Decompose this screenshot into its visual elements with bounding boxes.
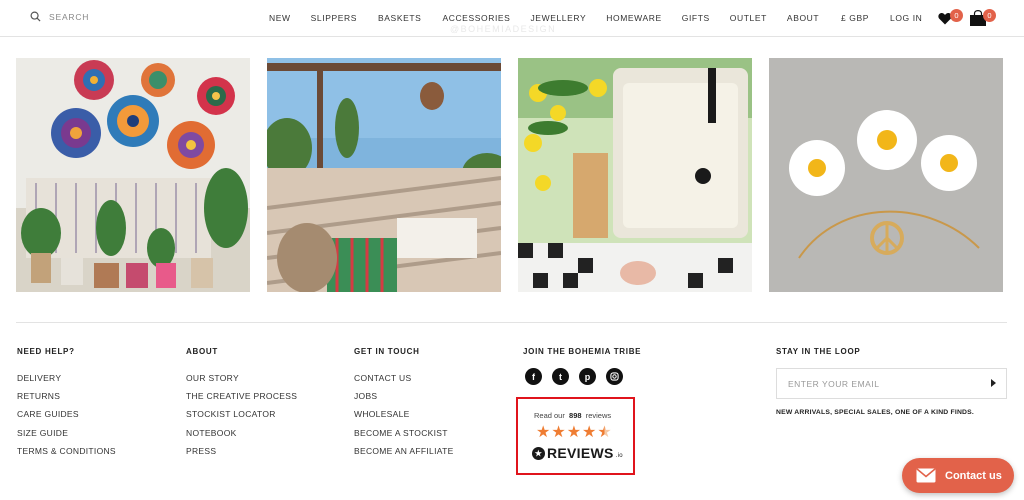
nav-item-outlet[interactable]: OUTLET xyxy=(730,13,767,23)
footer-link-notebook[interactable]: NOTEBOOK xyxy=(186,428,297,446)
nav-item-about[interactable]: ABOUT xyxy=(787,13,819,23)
footer-link-wholesale[interactable]: WHOLESALE xyxy=(354,409,454,427)
login-link[interactable]: LOG IN xyxy=(890,13,922,23)
main-nav: NEW SLIPPERS BASKETS ACCESSORIES JEWELLE… xyxy=(269,13,819,23)
contact-us-button[interactable]: Contact us xyxy=(902,458,1014,493)
footer-link-delivery[interactable]: DELIVERY xyxy=(17,373,116,391)
reviews-count: 898 xyxy=(569,411,582,420)
cart-count-badge: 0 xyxy=(983,9,996,22)
get-in-touch-heading: GET IN TOUCH xyxy=(354,347,420,356)
wishlist-count-badge: 0 xyxy=(950,9,963,22)
newsletter-form xyxy=(776,368,1007,399)
nav-item-gifts[interactable]: GIFTS xyxy=(682,13,710,23)
reviews-star-badge-icon: ★ xyxy=(532,446,545,460)
envelope-icon xyxy=(916,468,936,483)
nav-item-accessories[interactable]: ACCESSORIES xyxy=(442,13,510,23)
email-input[interactable] xyxy=(777,369,967,398)
site-header: @BOHEMIADESIGN NEW SLIPPERS BASKETS ACCE… xyxy=(0,0,1024,37)
footer-link-jobs[interactable]: JOBS xyxy=(354,391,454,409)
half-star-icon: ★ xyxy=(597,424,612,441)
footer-link-care-guides[interactable]: CARE GUIDES xyxy=(17,409,116,427)
footer-col-need-help: NEED HELP? DELIVERY RETURNS CARE GUIDES … xyxy=(17,347,116,464)
need-help-heading: NEED HELP? xyxy=(17,347,75,356)
instagram-photo-daisies-bracelet[interactable] xyxy=(769,58,1003,292)
instagram-photo-bathroom-sink[interactable] xyxy=(518,58,752,292)
twitter-icon[interactable]: t xyxy=(552,368,569,385)
reviews-widget[interactable]: Read our 898 reviews ★ ★ ★ ★ ★ ★ REVIEWS… xyxy=(516,397,635,475)
facebook-icon[interactable]: f xyxy=(525,368,542,385)
instagram-photo-wall-baskets[interactable] xyxy=(16,58,250,292)
reviews-io-logo: ★ REVIEWS .io xyxy=(532,445,623,461)
footer-link-our-story[interactable]: OUR STORY xyxy=(186,373,297,391)
footer-link-returns[interactable]: RETURNS xyxy=(17,391,116,409)
footer-link-become-affiliate[interactable]: BECOME AN AFFILIATE xyxy=(354,446,454,464)
submit-arrow-icon[interactable] xyxy=(991,379,996,387)
about-heading: ABOUT xyxy=(186,347,218,356)
social-links: f t p xyxy=(525,368,623,385)
tribe-heading: JOIN THE BOHEMIA TRIBE xyxy=(523,347,642,356)
pinterest-icon[interactable]: p xyxy=(579,368,596,385)
instagram-photo-terrace[interactable] xyxy=(267,58,501,292)
star-icon: ★ xyxy=(536,424,551,441)
footer-col-get-in-touch: GET IN TOUCH CONTACT US JOBS WHOLESALE B… xyxy=(354,347,454,464)
instagram-icon[interactable] xyxy=(606,368,623,385)
footer-link-terms[interactable]: TERMS & CONDITIONS xyxy=(17,446,116,464)
star-icon: ★ xyxy=(582,424,597,441)
footer-col-about: ABOUT OUR STORY THE CREATIVE PROCESS STO… xyxy=(186,347,297,464)
nav-item-baskets[interactable]: BASKETS xyxy=(378,13,421,23)
footer-divider xyxy=(16,322,1007,323)
search-icon[interactable] xyxy=(30,11,41,22)
newsletter-note: NEW ARRIVALS, SPECIAL SALES, ONE OF A KI… xyxy=(776,409,974,416)
search-input[interactable] xyxy=(49,11,169,22)
footer-link-press[interactable]: PRESS xyxy=(186,446,297,464)
nav-item-jewellery[interactable]: JEWELLERY xyxy=(530,13,586,23)
footer-link-stockist-locator[interactable]: STOCKIST LOCATOR xyxy=(186,409,297,427)
rating-stars: ★ ★ ★ ★ ★ xyxy=(536,425,612,441)
footer-link-size-guide[interactable]: SIZE GUIDE xyxy=(17,428,116,446)
nav-item-slippers[interactable]: SLIPPERS xyxy=(311,13,357,23)
footer-link-contact-us[interactable]: CONTACT US xyxy=(354,373,454,391)
nav-item-new[interactable]: NEW xyxy=(269,13,291,23)
newsletter-heading: STAY IN THE LOOP xyxy=(776,347,861,356)
footer-link-creative-process[interactable]: THE CREATIVE PROCESS xyxy=(186,391,297,409)
star-icon: ★ xyxy=(551,424,566,441)
nav-item-homeware[interactable]: HOMEWARE xyxy=(606,13,662,23)
instagram-handle-heading: @BOHEMIADESIGN xyxy=(450,24,557,34)
reviews-count-text: Read our 898 reviews xyxy=(534,411,612,420)
search-bar[interactable] xyxy=(30,11,169,22)
currency-selector[interactable]: £ GBP xyxy=(841,13,869,23)
star-icon: ★ xyxy=(566,424,582,441)
footer-link-become-stockist[interactable]: BECOME A STOCKIST xyxy=(354,428,454,446)
contact-us-label: Contact us xyxy=(945,469,1002,482)
